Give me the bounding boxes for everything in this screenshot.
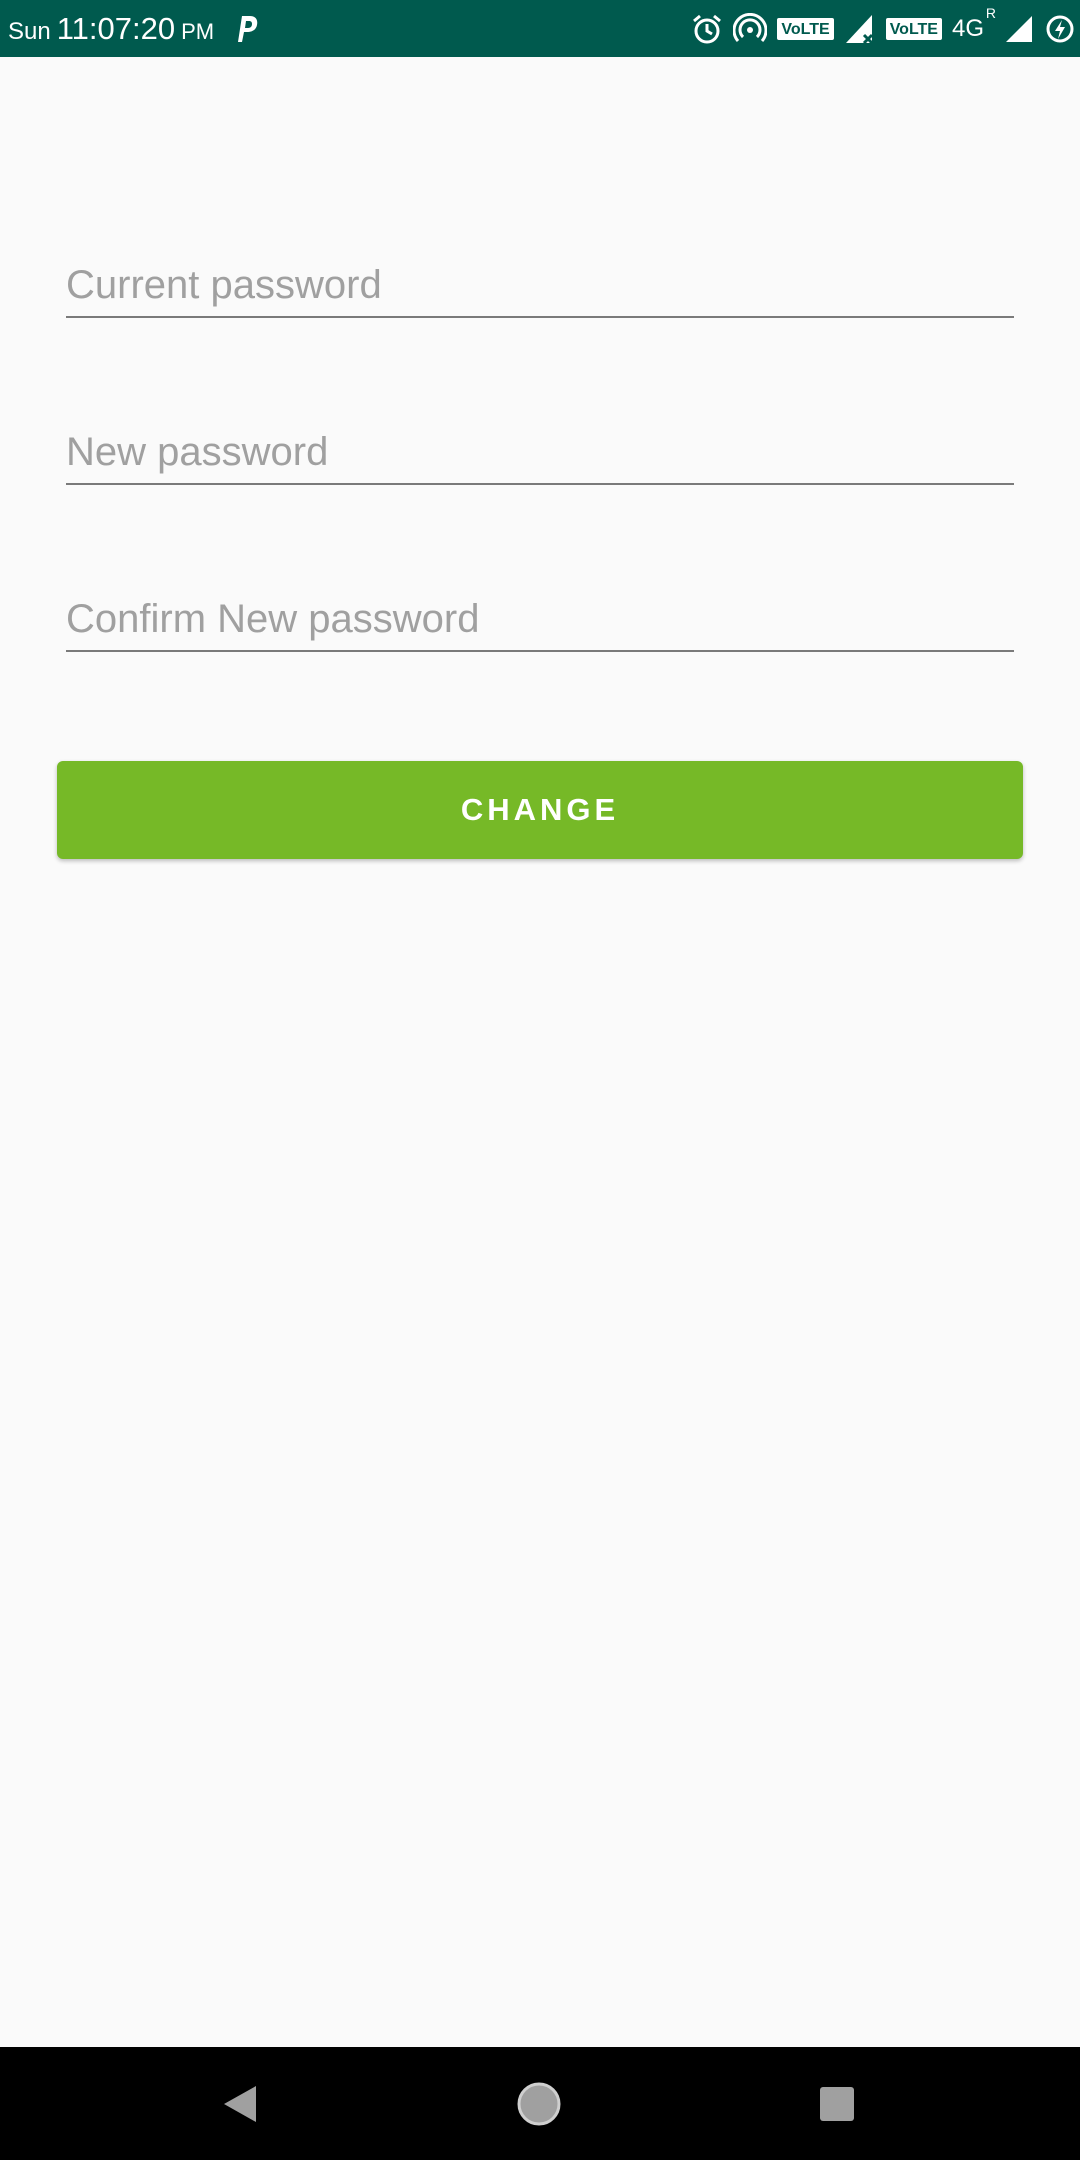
network-type-label: 4G (951, 14, 984, 42)
back-triangle-icon (224, 2085, 256, 2122)
new-password-input[interactable] (66, 430, 1014, 475)
roaming-indicator: R (985, 4, 996, 21)
recents-square-icon (820, 2086, 854, 2121)
nav-back-button[interactable] (160, 2047, 320, 2160)
volte-badge-sim1: VoLTE (777, 17, 834, 40)
status-bar: Sun 11:07:20 PM VoLTE VoLTE 4G R (0, 0, 1080, 57)
status-icons: VoLTE VoLTE 4G R (691, 0, 1076, 57)
change-button[interactable]: CHANGE (57, 761, 1023, 859)
nav-home-button[interactable] (459, 2047, 619, 2160)
volte-badge-sim2: VoLTE (885, 17, 942, 40)
confirm-password-field[interactable] (66, 582, 1014, 652)
battery-charging-icon (1046, 15, 1074, 42)
current-password-field[interactable] (66, 248, 1014, 318)
status-day: Sun (8, 17, 51, 45)
home-circle-icon (517, 2082, 561, 2125)
signal-no-data-icon (845, 14, 873, 44)
parking-app-icon (238, 15, 258, 42)
alarm-icon (693, 14, 722, 43)
hotspot-icon (733, 12, 768, 42)
change-password-screen: Sun 11:07:20 PM VoLTE VoLTE 4G R CHANGE (0, 0, 1080, 2160)
network-type: 4G R (951, 5, 996, 43)
confirm-password-input[interactable] (66, 597, 1014, 642)
new-password-field[interactable] (66, 415, 1014, 485)
status-clock: Sun 11:07:20 PM (0, 11, 260, 47)
nav-recents-button[interactable] (757, 2047, 917, 2160)
signal-strength-icon (1006, 15, 1032, 42)
current-password-input[interactable] (66, 263, 1014, 308)
status-ampm: PM (181, 18, 215, 44)
navigation-bar (0, 2047, 1080, 2160)
status-time: 11:07:20 (56, 10, 176, 46)
